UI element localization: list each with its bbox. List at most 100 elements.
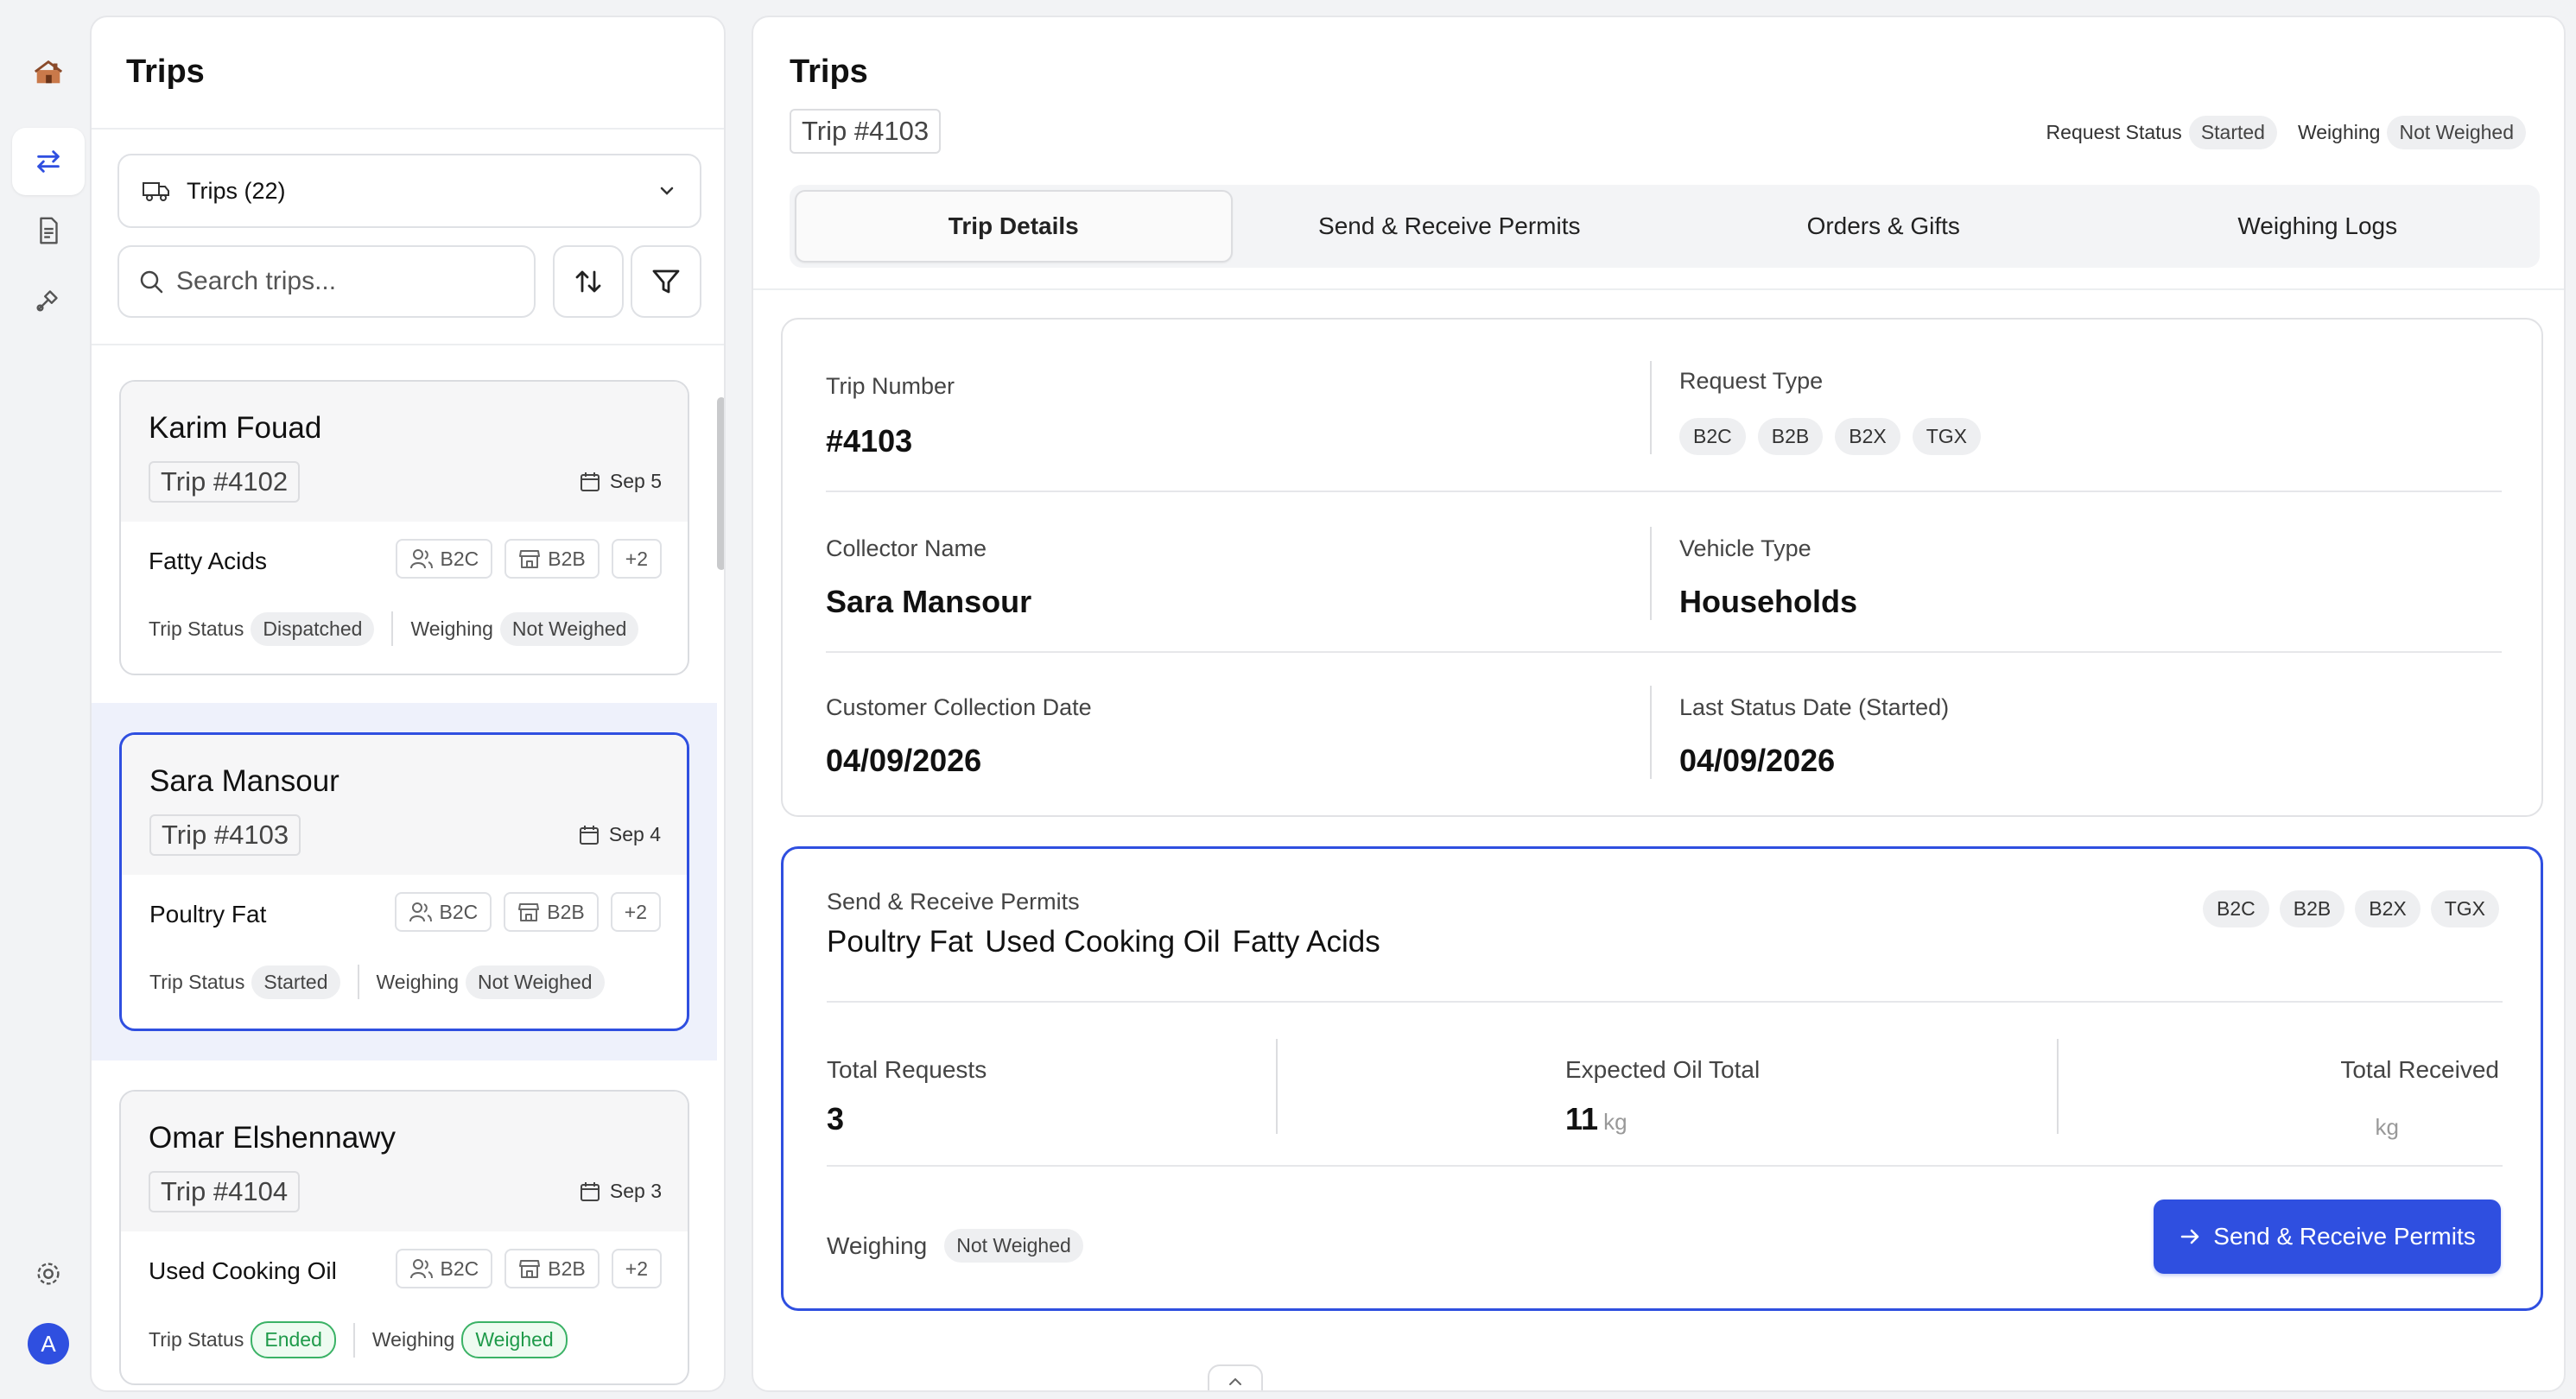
arrow-right-icon (2181, 1229, 2199, 1244)
divider (753, 288, 2564, 290)
trip-card[interactable]: Sara Mansour Trip #4103 Sep 4 Poultry Fa… (119, 732, 689, 1031)
store-icon (518, 903, 540, 921)
trip-date: Sep 4 (578, 823, 661, 846)
nav-documents-icon[interactable] (12, 197, 85, 264)
trip-card[interactable]: Omar Elshennawy Trip #4104 Sep 3 Used Co… (119, 1090, 689, 1385)
tag-label: B2C (440, 1257, 479, 1280)
chip-b2x: B2X (1835, 418, 1900, 455)
tab-weighing-logs[interactable]: Weighing Logs (2101, 190, 2535, 263)
tag-list: B2C B2B +2 (395, 539, 662, 579)
tag-label: B2B (548, 547, 586, 570)
collector-name: Karim Fouad (149, 411, 322, 445)
users-icon (409, 1259, 433, 1279)
list-scrollbar[interactable] (717, 397, 724, 570)
separator (1650, 361, 1652, 454)
chip-b2x: B2X (2355, 890, 2421, 927)
trip-date: Sep 3 (579, 1180, 662, 1203)
weighing-badge: Weighed (461, 1321, 568, 1358)
nav-trips-icon[interactable] (12, 128, 85, 195)
material-poultry-fat: Poultry Fat (827, 925, 974, 959)
unit-kg: kg (1603, 1109, 1627, 1135)
tab-bar: Trip Details Send & Receive Permits Orde… (790, 185, 2540, 268)
tab-orders-gifts[interactable]: Orders & Gifts (1666, 190, 2101, 263)
status-row: Trip Status Ended Weighing Weighed (149, 1321, 568, 1358)
sort-button[interactable] (553, 245, 624, 318)
chip-b2c: B2C (2203, 890, 2269, 927)
truck-icon (143, 182, 169, 201)
tag-b2b: B2B (504, 1249, 600, 1288)
date-text: Sep 5 (609, 470, 662, 492)
chip-tgx: TGX (1912, 418, 1981, 455)
status-row: Trip Status Started Weighing Not Weighed (149, 965, 605, 999)
request-status-label: Request Status (2046, 121, 2182, 143)
date-text: Sep 4 (608, 823, 661, 845)
store-icon (519, 550, 541, 568)
material-used-cooking-oil: Used Cooking Oil (985, 925, 1221, 959)
app-logo-icon[interactable] (12, 38, 85, 105)
collector-name-value: Sara Mansour (826, 584, 1032, 619)
tag-more: +2 (611, 539, 662, 579)
material-name: Poultry Fat (149, 901, 267, 927)
card-body: Used Cooking Oil B2C B2B +2 Trip Status … (121, 1231, 688, 1383)
material-name: Used Cooking Oil (149, 1257, 337, 1284)
vehicle-type-label: Vehicle Type (1679, 535, 1811, 561)
separator (352, 1322, 355, 1358)
store-icon (519, 1260, 541, 1278)
separator (1650, 527, 1652, 620)
settings-gear-icon[interactable] (12, 1240, 85, 1307)
panel-title: Trips (126, 54, 205, 90)
filter-funnel-icon (652, 269, 680, 294)
status-label: Trip Status (149, 1328, 244, 1351)
collector-name: Sara Mansour (149, 764, 339, 798)
tag-list: B2C B2B +2 (395, 1249, 662, 1288)
weighing-label: Weighing (410, 617, 493, 640)
weighing-badge: Not Weighed (2387, 116, 2526, 149)
page-title: Trips (790, 54, 868, 90)
tag-b2b: B2B (504, 539, 600, 579)
chip-b2b: B2B (1757, 418, 1824, 455)
tag-list: B2C B2B +2 (394, 892, 661, 932)
user-avatar[interactable]: A (28, 1323, 69, 1364)
trip-detail-panel: Trips Trip #4103 Request Status Started … (752, 16, 2566, 1392)
chevron-down-icon (660, 187, 674, 195)
tag-label: +2 (624, 900, 647, 923)
status-label: Trip Status (149, 970, 245, 993)
search-box (117, 245, 536, 318)
total-requests-value: 3 (827, 1101, 845, 1136)
trip-status-badge: Ended (251, 1321, 336, 1358)
sort-arrows-icon (575, 270, 601, 293)
nav-tools-icon[interactable] (12, 266, 85, 333)
total-requests-label: Total Requests (827, 1056, 987, 1083)
header-status: Request Status Started Weighing Not Weig… (2046, 116, 2526, 149)
chevron-up-icon (1229, 1377, 1241, 1385)
tag-label: +2 (625, 547, 648, 570)
card-header: Omar Elshennawy Trip #4104 Sep 3 (121, 1092, 688, 1231)
date-text: Sep 3 (609, 1180, 662, 1202)
tag-more: +2 (610, 892, 661, 932)
last-status-date-label: Last Status Date (Started) (1679, 694, 1950, 720)
tab-trip-details[interactable]: Trip Details (795, 190, 1233, 263)
trips-dropdown[interactable]: Trips (22) (117, 154, 701, 228)
trip-number: Trip #4102 (149, 461, 301, 503)
chip-b2b: B2B (2279, 890, 2345, 927)
divider (92, 128, 724, 130)
calendar-icon (580, 472, 600, 491)
send-receive-permits-button[interactable]: Send & Receive Permits (2154, 1200, 2501, 1274)
trips-list-panel: Trips Trips (22) Karim Fouad Trip #4102 … (90, 16, 726, 1392)
tab-send-receive-permits[interactable]: Send & Receive Permits (1233, 190, 1667, 263)
filter-button[interactable] (631, 245, 701, 318)
trip-status-badge: Started (251, 965, 340, 999)
trip-card[interactable]: Karim Fouad Trip #4102 Sep 5 Fatty Acids… (119, 380, 689, 675)
tag-label: B2B (547, 900, 585, 923)
nav-rail: A (0, 0, 90, 1399)
search-input[interactable] (176, 267, 504, 296)
vehicle-type-value: Households (1679, 584, 1858, 619)
status-row: Trip Status Dispatched Weighing Not Weig… (149, 611, 639, 646)
permits-materials: Poultry Fat Used Cooking Oil Fatty Acids (827, 925, 1393, 959)
collapse-toggle[interactable] (1208, 1364, 1263, 1390)
expected-oil-number: 11 (1565, 1101, 1599, 1136)
trip-number-label: Trip Number (826, 373, 955, 399)
weighing-label: Weighing (827, 1231, 928, 1259)
trip-number-value: #4103 (826, 423, 913, 459)
weighing-label: Weighing (2297, 121, 2381, 143)
